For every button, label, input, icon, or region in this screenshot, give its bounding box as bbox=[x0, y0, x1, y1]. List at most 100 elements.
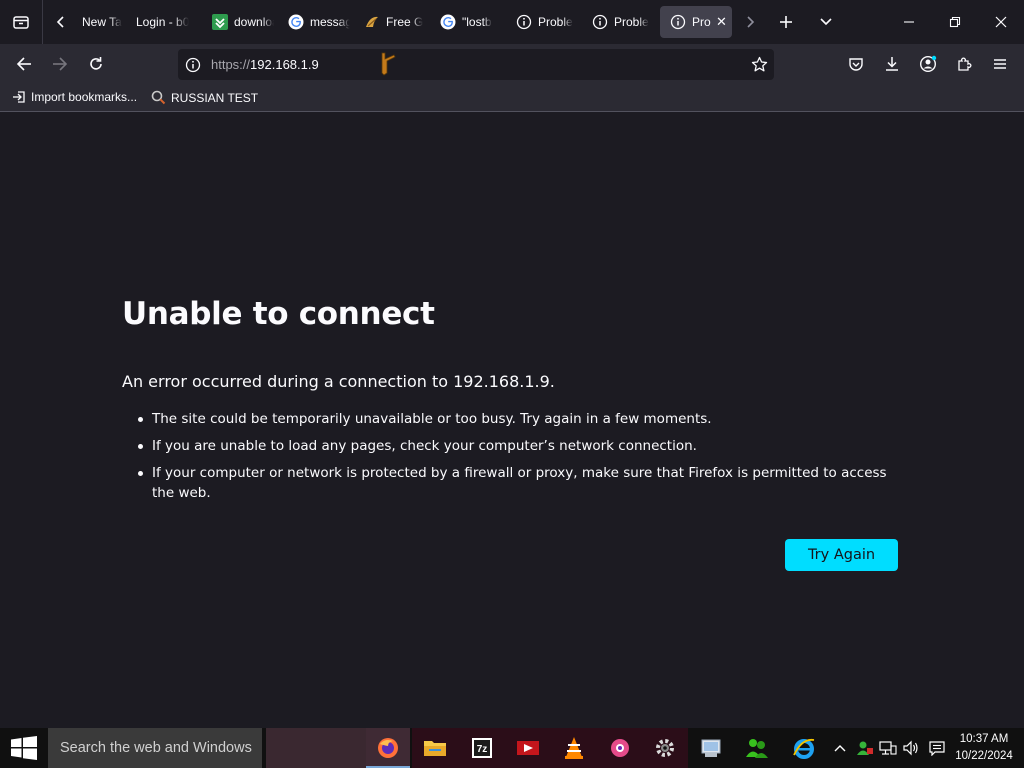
restore-button[interactable] bbox=[934, 0, 976, 44]
tab-label: Login - b0 bbox=[136, 15, 190, 29]
network-icon[interactable] bbox=[878, 738, 898, 758]
extensions-button[interactable] bbox=[948, 48, 980, 80]
import-icon bbox=[12, 90, 26, 104]
error-reasons-list: The site could be temporarily unavailabl… bbox=[138, 409, 898, 510]
tab-free[interactable]: Free G bbox=[354, 6, 426, 38]
scroll-tabs-left-button[interactable] bbox=[48, 0, 74, 44]
close-icon bbox=[995, 16, 1007, 28]
tab-label: Proble bbox=[538, 15, 573, 29]
action-center-icon[interactable] bbox=[927, 738, 947, 758]
error-description: An error occurred during a connection to… bbox=[122, 372, 555, 391]
arrow-left-icon bbox=[16, 57, 31, 71]
tab-label: Free G bbox=[386, 15, 424, 29]
account-button[interactable] bbox=[912, 48, 944, 80]
hamburger-menu-icon bbox=[994, 59, 1006, 69]
bookmark-label: Import bookmarks... bbox=[31, 90, 138, 104]
pocket-button[interactable] bbox=[840, 48, 872, 80]
file-explorer-icon[interactable] bbox=[420, 734, 450, 762]
back-button[interactable] bbox=[8, 48, 40, 80]
reload-button[interactable] bbox=[80, 48, 112, 80]
tab-download[interactable]: download bbox=[202, 6, 274, 38]
error-title: Unable to connect bbox=[122, 296, 435, 332]
tab-separator bbox=[42, 0, 43, 44]
video-player-icon[interactable] bbox=[513, 734, 543, 762]
close-window-button[interactable] bbox=[980, 0, 1022, 44]
start-button[interactable] bbox=[0, 728, 48, 768]
chevron-up-icon[interactable] bbox=[830, 738, 850, 758]
firefox-view-button[interactable] bbox=[4, 0, 38, 44]
chevron-right-icon bbox=[747, 16, 755, 28]
page-content: Unable to connect An error occurred duri… bbox=[0, 113, 1024, 728]
settings-gear-icon[interactable] bbox=[650, 734, 680, 762]
app-menu-button[interactable] bbox=[984, 48, 1016, 80]
tree-logo-icon bbox=[364, 14, 380, 30]
restore-icon bbox=[949, 16, 961, 28]
tab-label: New Tab bbox=[82, 15, 122, 29]
control-panel-icon[interactable] bbox=[697, 734, 727, 762]
tab-message[interactable]: message bbox=[278, 6, 350, 38]
forward-button[interactable] bbox=[44, 48, 76, 80]
scroll-tabs-right-button[interactable] bbox=[738, 0, 762, 44]
list-item: The site could be temporarily unavailabl… bbox=[138, 409, 898, 429]
list-all-tabs-button[interactable] bbox=[812, 0, 840, 44]
cursor-pointer-icon bbox=[376, 51, 398, 77]
plus-icon bbox=[780, 16, 792, 28]
bookmark-russian-test[interactable]: RUSSIAN TEST bbox=[151, 90, 258, 105]
7zip-icon[interactable]: 7z bbox=[467, 734, 497, 762]
firefox-icon bbox=[373, 734, 403, 762]
url-text[interactable]: https://192.168.1.9 bbox=[211, 57, 319, 72]
list-item: If your computer or network is protected… bbox=[138, 463, 898, 503]
tab-strip: New Tab Login - b0 download message Free… bbox=[0, 0, 1024, 44]
taskbar-search-box[interactable]: Search the web and Windows bbox=[48, 728, 262, 768]
bookmarks-toolbar: Import bookmarks... RUSSIAN TEST bbox=[0, 84, 1024, 112]
url-host: 192.168.1.9 bbox=[250, 57, 319, 72]
tray-app-icon[interactable] bbox=[855, 738, 875, 758]
internet-explorer-icon[interactable] bbox=[789, 734, 819, 762]
list-item: If you are unable to load any pages, che… bbox=[138, 436, 898, 456]
tab-login[interactable]: Login - b0 bbox=[126, 6, 196, 38]
tab-lostb[interactable]: "lostb bbox=[430, 6, 500, 38]
tab-label: "lostb bbox=[462, 15, 492, 29]
url-bar[interactable]: https://192.168.1.9 bbox=[178, 49, 774, 80]
tab-active-problem[interactable]: Pro ✕ bbox=[660, 6, 732, 38]
clock-date: 10/22/2024 bbox=[955, 750, 1013, 762]
tab-label: Pro bbox=[692, 15, 711, 29]
minimize-button[interactable] bbox=[888, 0, 930, 44]
users-icon[interactable] bbox=[742, 734, 772, 762]
tab-label: Proble bbox=[614, 15, 649, 29]
url-scheme: https:// bbox=[211, 57, 251, 72]
taskbar-blank-segment bbox=[266, 728, 366, 768]
tab-label: message bbox=[310, 15, 350, 29]
taskbar-clock[interactable]: 10:37 AM 10/22/2024 bbox=[952, 731, 1016, 765]
pocket-icon bbox=[849, 58, 863, 71]
new-tab-button[interactable] bbox=[772, 0, 800, 44]
chevron-down-icon bbox=[820, 18, 832, 26]
svg-text:7z: 7z bbox=[477, 744, 488, 755]
close-tab-icon[interactable]: ✕ bbox=[716, 14, 727, 30]
clock-time: 10:37 AM bbox=[959, 733, 1009, 745]
download-icon bbox=[886, 57, 898, 71]
taskbar: Search the web and Windows 7z 10:37 AM 1… bbox=[0, 728, 1024, 768]
windows-logo-icon bbox=[11, 736, 37, 760]
downloads-button[interactable] bbox=[876, 48, 908, 80]
volume-icon[interactable] bbox=[901, 738, 921, 758]
info-icon bbox=[670, 14, 686, 30]
tab-problem-1[interactable]: Proble bbox=[506, 6, 578, 38]
account-icon bbox=[919, 55, 937, 73]
bookmark-import[interactable]: Import bookmarks... bbox=[12, 90, 137, 104]
tab-new-tab[interactable]: New Tab bbox=[72, 6, 122, 38]
reload-icon bbox=[90, 57, 102, 70]
color-app-icon[interactable] bbox=[605, 734, 635, 762]
site-info-icon[interactable] bbox=[185, 57, 201, 73]
google-icon bbox=[288, 14, 304, 30]
tab-problem-2[interactable]: Proble bbox=[582, 6, 654, 38]
puzzle-icon bbox=[958, 57, 972, 71]
taskbar-app-firefox[interactable] bbox=[366, 728, 410, 768]
bookmark-star-icon[interactable] bbox=[751, 56, 768, 73]
vlc-icon[interactable] bbox=[559, 734, 589, 762]
info-icon bbox=[592, 14, 608, 30]
firefox-view-icon bbox=[13, 16, 29, 29]
minimize-icon bbox=[904, 21, 914, 23]
try-again-button[interactable]: Try Again bbox=[785, 539, 898, 571]
navigation-toolbar: https://192.168.1.9 bbox=[0, 44, 1024, 84]
